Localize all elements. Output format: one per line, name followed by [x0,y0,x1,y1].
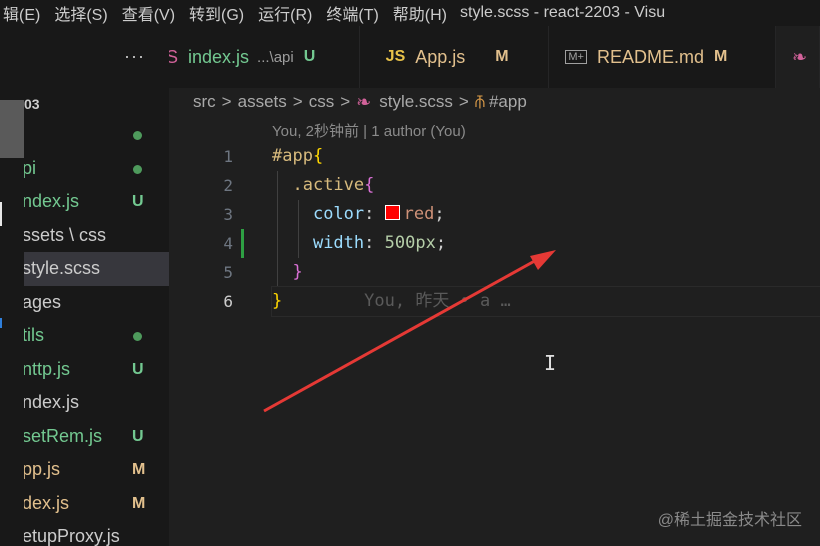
arrow-head [530,250,556,270]
arrow-shaft [263,256,541,413]
annotation-arrow [263,250,556,413]
watermark: @稀土掘金技术社区 [657,512,802,529]
